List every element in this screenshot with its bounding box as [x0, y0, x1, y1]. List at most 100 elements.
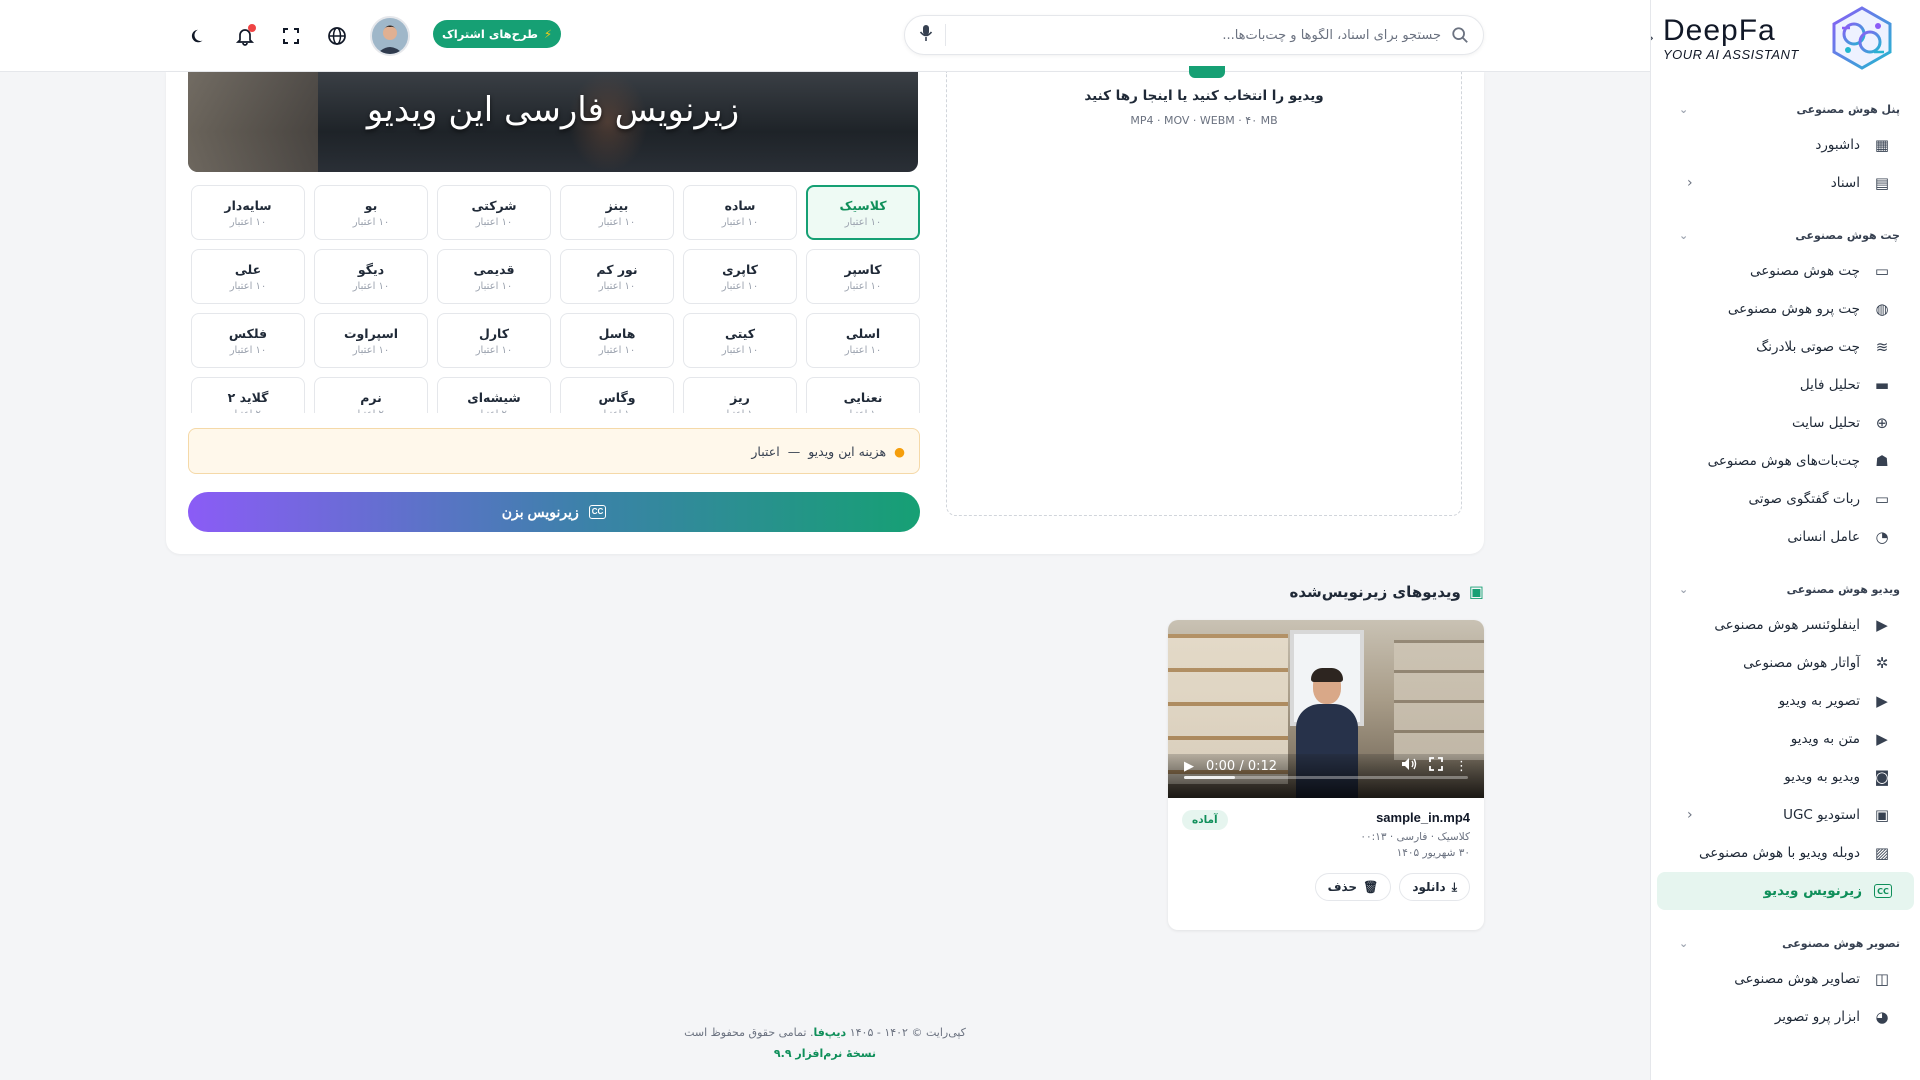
style-option[interactable]: ریز ۱۰ اعتبار	[683, 377, 797, 413]
subscription-plans-button[interactable]: ⚡ طرح‌های اشتراک	[433, 20, 561, 48]
nav-section-title: ویدیو هوش مصنوعی	[1786, 582, 1900, 596]
microphone-icon[interactable]	[919, 24, 946, 46]
topbar-actions	[186, 16, 410, 56]
style-option[interactable]: کاسپر ۱۰ اعتبار	[806, 249, 920, 304]
style-option[interactable]: اسلی ۱۰ اعتبار	[806, 313, 920, 368]
generate-subtitle-button[interactable]: CC زیرنویس بزن	[188, 492, 920, 532]
chevron-down-icon: ⌄	[1679, 582, 1689, 596]
sidebar-item[interactable]: ◕ ابزار پرو تصویر	[1657, 998, 1914, 1036]
style-option[interactable]: شیشه‌ای ۲۰ اعتبار	[437, 377, 551, 413]
generate-subtitle-label: زیرنویس بزن	[501, 503, 579, 520]
copyright: کپی‌رایت © ۱۴۰۲ - ۱۴۰۵ دیپ‌فا. تمامی حقو…	[0, 1026, 1650, 1039]
sidebar-item[interactable]: ▬ تحلیل فایل	[1657, 366, 1914, 404]
video-player[interactable]: ▶ 0:00 / 0:12 ⋮	[1168, 620, 1484, 798]
sidebar-item[interactable]: ◍ چت پرو هوش مصنوعی	[1657, 290, 1914, 328]
sidebar-item-label: چت پرو هوش مصنوعی	[1727, 301, 1860, 317]
style-name: بو	[364, 197, 378, 213]
download-label: دانلود	[1412, 880, 1446, 894]
style-cost: ۱۰ اعتبار	[229, 216, 267, 228]
globe-icon	[328, 27, 346, 45]
style-option[interactable]: فلکس ۱۰ اعتبار	[191, 313, 305, 368]
chat-icon: ▭	[1874, 262, 1890, 280]
video-video-icon: ◙	[1874, 768, 1890, 786]
fullscreen-button[interactable]	[278, 23, 304, 49]
sidebar-item[interactable]: ▭ ربات گفتگوی صوتی	[1657, 480, 1914, 518]
volume-icon[interactable]	[1401, 757, 1417, 775]
style-name: دیگو	[357, 261, 385, 277]
nav-section: تصویر هوش مصنوعی ⌄ ◫ تصاویر هوش مصنوعی ◕ ابزا…	[1651, 926, 1920, 1036]
nav-section: چت هوش مصنوعی ⌄ ▭ چت هوش مصنوعی ◍ چت پرو هوش …	[1651, 218, 1920, 556]
style-option[interactable]: نرم ۲۰ اعتبار	[314, 377, 428, 413]
style-option[interactable]: وگاس ۱۰ اعتبار	[560, 377, 674, 413]
style-option[interactable]: ساده ۱۰ اعتبار	[683, 185, 797, 240]
sidebar-item-label: ویدیو به ویدیو	[1784, 769, 1860, 785]
sidebar-item[interactable]: ▤ اسناد ‹	[1657, 164, 1914, 202]
style-name: وگاس	[598, 389, 636, 405]
sidebar-collapse-button[interactable]: ‹	[1651, 26, 1661, 48]
brand[interactable]: DeepFa YOUR AI ASSISTANT	[1651, 0, 1920, 76]
style-option[interactable]: کارل ۱۰ اعتبار	[437, 313, 551, 368]
theme-toggle-button[interactable]	[186, 23, 212, 49]
style-option[interactable]: قدیمی ۱۰ اعتبار	[437, 249, 551, 304]
style-option[interactable]: سایه‌دار ۱۰ اعتبار	[191, 185, 305, 240]
chevron-left-icon: ‹	[1687, 807, 1693, 823]
language-button[interactable]	[324, 23, 350, 49]
video-progress[interactable]	[1184, 776, 1468, 779]
sidebar-item[interactable]: ◔ عامل انسانی	[1657, 518, 1914, 556]
style-cost: ۱۰ اعتبار	[844, 280, 882, 292]
style-option[interactable]: علی ۱۰ اعتبار	[191, 249, 305, 304]
search-input[interactable]	[954, 27, 1451, 43]
play-icon[interactable]: ▶	[1184, 759, 1194, 774]
sidebar-item[interactable]: ▣ استودیو UGC ‹	[1657, 796, 1914, 834]
sidebar-item-label: استودیو UGC	[1783, 807, 1860, 823]
style-option[interactable]: نور کم ۱۰ اعتبار	[560, 249, 674, 304]
video-dropzone[interactable]: ویدیو را انتخاب کنید یا اینجا رها کنید M…	[946, 66, 1462, 516]
lightning-icon: ⚡	[543, 27, 553, 41]
subscription-plans-label: طرح‌های اشتراک	[442, 27, 538, 41]
sidebar-item[interactable]: ▶ اینفلوئنسر هوش مصنوعی	[1657, 606, 1914, 644]
brand-link[interactable]: دیپ‌فا	[813, 1026, 846, 1039]
sidebar-item-label: دوبله ویدیو با هوش مصنوعی	[1699, 845, 1860, 861]
sidebar-item[interactable]: ▶ متن به ویدیو	[1657, 720, 1914, 758]
nav-section-header[interactable]: پنل هوش مصنوعی ⌄	[1651, 92, 1920, 126]
sidebar-item[interactable]: ▨ دوبله ویدیو با هوش مصنوعی	[1657, 834, 1914, 872]
style-name: علی	[234, 261, 262, 277]
footer: کپی‌رایت © ۱۴۰۲ - ۱۴۰۵ دیپ‌فا. تمامی حقو…	[0, 1026, 1650, 1060]
more-options-icon[interactable]: ⋮	[1455, 759, 1468, 774]
file-icon: ▬	[1874, 376, 1890, 394]
style-option[interactable]: کاپری ۱۰ اعتبار	[683, 249, 797, 304]
style-option[interactable]: گلاید ۲ ۲۰ اعتبار	[191, 377, 305, 413]
style-option[interactable]: اسپراوت ۱۰ اعتبار	[314, 313, 428, 368]
style-option[interactable]: دیگو ۱۰ اعتبار	[314, 249, 428, 304]
sidebar-item[interactable]: ◫ تصاویر هوش مصنوعی	[1657, 960, 1914, 998]
sidebar-item[interactable]: ✲ آواتار هوش مصنوعی	[1657, 644, 1914, 682]
nav-section-header[interactable]: تصویر هوش مصنوعی ⌄	[1651, 926, 1920, 960]
style-option[interactable]: بو ۱۰ اعتبار	[314, 185, 428, 240]
notifications-button[interactable]	[232, 23, 258, 49]
nav-section-header[interactable]: ویدیو هوش مصنوعی ⌄	[1651, 572, 1920, 606]
style-option[interactable]: کلاسیک ۱۰ اعتبار	[806, 185, 920, 240]
sidebar-item[interactable]: ▶ تصویر به ویدیو	[1657, 682, 1914, 720]
style-option[interactable]: کیتی ۱۰ اعتبار	[683, 313, 797, 368]
cc-icon: CC	[588, 505, 607, 519]
sidebar-item[interactable]: ◙ ویدیو به ویدیو	[1657, 758, 1914, 796]
style-option[interactable]: شرکتی ۱۰ اعتبار	[437, 185, 551, 240]
download-button[interactable]: ⤓ دانلود	[1399, 873, 1470, 901]
fullscreen-icon[interactable]	[1429, 757, 1443, 775]
sidebar-item[interactable]: CC زیرنویس ویدیو	[1657, 872, 1914, 910]
style-option[interactable]: هاسل ۱۰ اعتبار	[560, 313, 674, 368]
subtitle-generator-card: زیرنویس فارسی این ویدیو کلاسیک ۱۰ اعتبار س…	[166, 66, 1484, 554]
sidebar-item[interactable]: ▭ چت هوش مصنوعی	[1657, 252, 1914, 290]
delete-button[interactable]: 🗑 حذف	[1314, 873, 1392, 901]
style-option[interactable]: نعنایی ۱۰ اعتبار	[806, 377, 920, 413]
sidebar-item[interactable]: ▦ داشبورد	[1657, 126, 1914, 164]
sidebar-item[interactable]: ⊕ تحلیل سایت	[1657, 404, 1914, 442]
nav-section-header[interactable]: چت هوش مصنوعی ⌄	[1651, 218, 1920, 252]
user-avatar[interactable]	[370, 16, 410, 56]
sidebar-item[interactable]: ☗ چت‌بات‌های هوش مصنوعی	[1657, 442, 1914, 480]
sidebar-item[interactable]: ≋ چت صوتی بلادرنگ	[1657, 328, 1914, 366]
video-card: ▶ 0:00 / 0:12 ⋮ sample_in.mp4 کلاسیک · ف…	[1168, 620, 1484, 930]
style-option[interactable]: بینز ۱۰ اعتبار	[560, 185, 674, 240]
search-bar[interactable]	[904, 15, 1484, 55]
video-details: کلاسیک · فارسی · ۰۰:۱۳	[1360, 831, 1470, 843]
